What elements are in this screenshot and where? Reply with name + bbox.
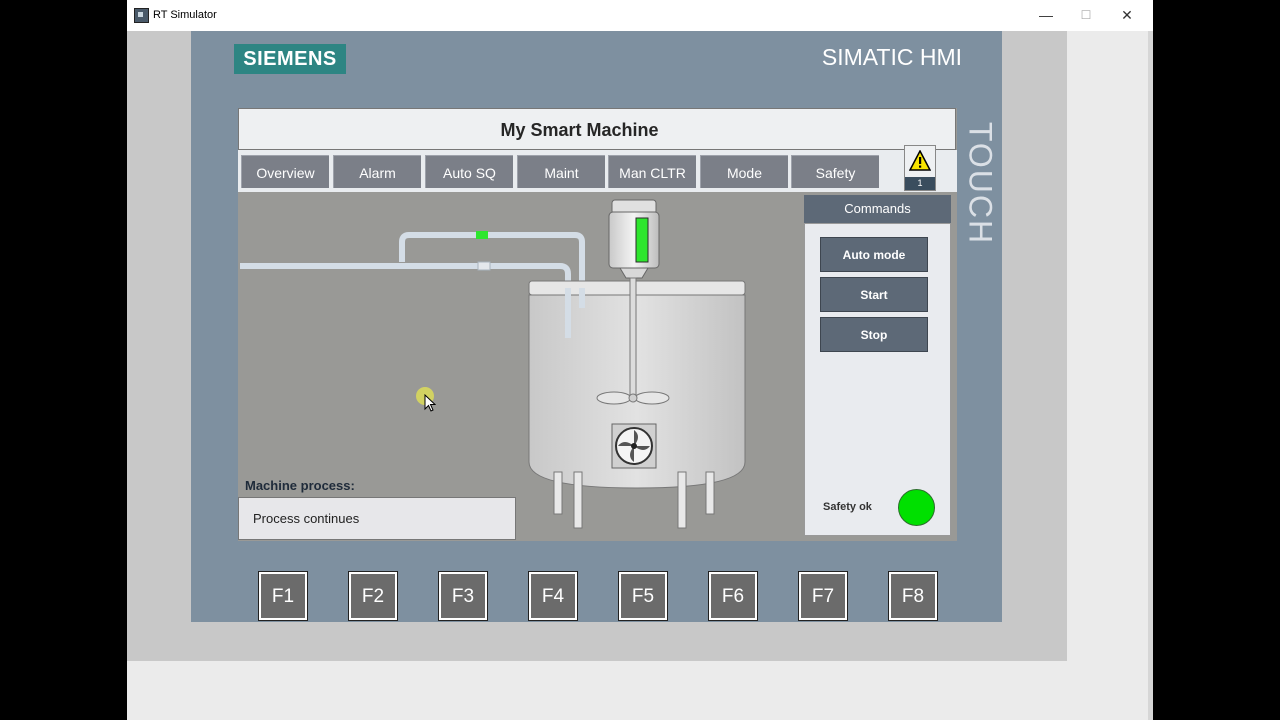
f8-key[interactable]: F8 [888, 571, 938, 621]
stop-button[interactable]: Stop [820, 317, 928, 352]
tank-leg [705, 471, 715, 515]
machine-process-value: Process continues [253, 511, 360, 526]
f4-key[interactable]: F4 [528, 571, 578, 621]
valve-lower[interactable] [477, 261, 491, 271]
start-button[interactable]: Start [820, 277, 928, 312]
tab-mode[interactable]: Mode [700, 155, 788, 188]
window-title: RT Simulator [153, 9, 217, 21]
window-right-edge [1148, 31, 1153, 720]
f3-key[interactable]: F3 [438, 571, 488, 621]
tank-leg [553, 471, 563, 515]
tab-overview[interactable]: Overview [241, 155, 329, 188]
f7-key[interactable]: F7 [798, 571, 848, 621]
app-icon [134, 8, 149, 23]
tab-alarm[interactable]: Alarm [333, 155, 421, 188]
pipe-lower [240, 263, 571, 338]
safety-ok-lamp [898, 489, 935, 526]
tab-auto-sq[interactable]: Auto SQ [425, 155, 513, 188]
agitator-motor[interactable] [608, 199, 660, 279]
alarm-count: 1 [905, 177, 935, 190]
tab-man-cltr[interactable]: Man CLTR [608, 155, 696, 188]
touch-label: TOUCH [958, 110, 1002, 255]
tab-maint[interactable]: Maint [517, 155, 605, 188]
fan-icon[interactable] [611, 423, 657, 469]
agitator-shaft [629, 277, 637, 399]
safety-status-label: Safety ok [823, 501, 872, 513]
machine-process-label: Machine process: [245, 478, 355, 493]
f6-key[interactable]: F6 [708, 571, 758, 621]
motor-running-indicator [635, 217, 649, 263]
f2-key[interactable]: F2 [348, 571, 398, 621]
valve-upper[interactable] [476, 231, 488, 239]
close-button[interactable]: ✕ [1105, 0, 1149, 31]
maximize-button[interactable]: ☐ [1064, 0, 1108, 31]
f5-key[interactable]: F5 [618, 571, 668, 621]
tank-leg [573, 471, 583, 529]
siemens-logo: SIEMENS [234, 44, 346, 74]
product-name: SIMATIC HMI [821, 44, 962, 70]
impeller-icon [596, 391, 670, 405]
tab-safety[interactable]: Safety [791, 155, 879, 188]
mixing-tank [528, 280, 746, 529]
mouse-pointer-icon [424, 394, 436, 412]
tank-leg [677, 471, 687, 529]
window-titlebar[interactable] [127, 0, 1153, 31]
auto-mode-button[interactable]: Auto mode [820, 237, 928, 272]
touch-label-text: TOUCH [962, 121, 999, 246]
commands-header: Commands [804, 195, 951, 223]
screen-title: My Smart Machine [500, 120, 659, 140]
minimize-button[interactable]: — [1024, 0, 1068, 31]
warning-icon [909, 150, 931, 171]
f1-key[interactable]: F1 [258, 571, 308, 621]
